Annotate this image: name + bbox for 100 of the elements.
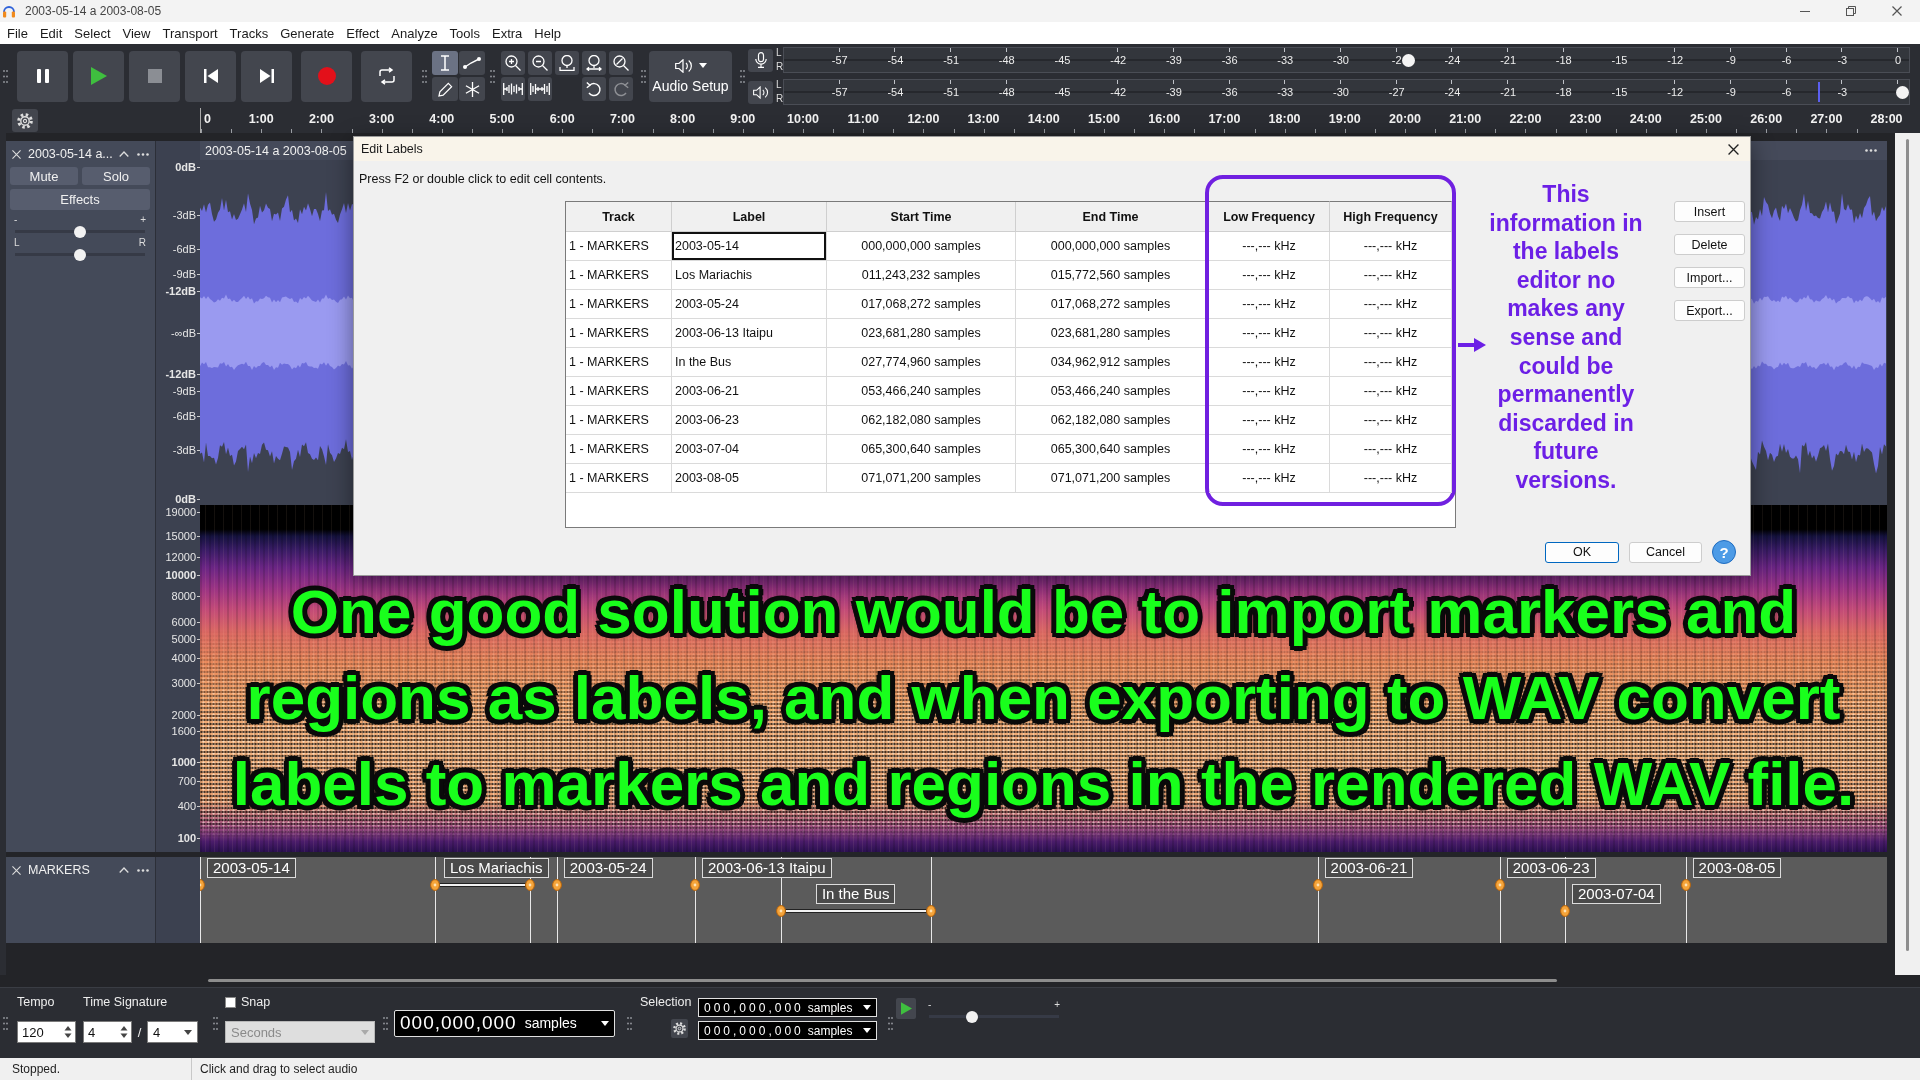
table-cell[interactable]: 000,000,000 samples bbox=[1016, 232, 1206, 261]
label-marker-icon[interactable] bbox=[551, 879, 562, 891]
table-cell[interactable]: ---,--- kHz bbox=[1209, 232, 1330, 261]
table-cell[interactable]: ---,--- kHz bbox=[1209, 435, 1330, 464]
slider-thumb[interactable] bbox=[74, 225, 86, 238]
grip-icon[interactable] bbox=[3, 69, 8, 83]
label-marker-icon[interactable] bbox=[1559, 905, 1570, 917]
dialog-button[interactable]: Delete bbox=[1674, 234, 1745, 255]
menu-item[interactable]: Effect bbox=[340, 23, 386, 43]
skip-end-button[interactable] bbox=[241, 50, 292, 102]
table-cell[interactable]: 053,466,240 samples bbox=[1016, 377, 1206, 406]
table-cell[interactable]: ---,--- kHz bbox=[1330, 377, 1452, 406]
marker-label[interactable]: 2003-06-21 bbox=[1324, 858, 1414, 878]
table-cell[interactable]: 1 - MARKERS bbox=[566, 435, 672, 464]
table-cell[interactable]: 071,071,200 samples bbox=[827, 464, 1016, 493]
tempo-field[interactable]: 120 bbox=[17, 1021, 76, 1043]
more-icon[interactable] bbox=[137, 152, 149, 156]
label-marker-icon[interactable] bbox=[775, 905, 786, 917]
mute-button[interactable]: Mute bbox=[10, 167, 78, 185]
track-name[interactable]: 2003-05-14 a... bbox=[28, 147, 119, 161]
table-cell[interactable]: 2003-05-14 bbox=[672, 232, 827, 261]
chevron-up-icon[interactable] bbox=[119, 151, 129, 157]
audio-setup-button[interactable]: Audio Setup bbox=[649, 50, 732, 102]
label-track-area[interactable]: 2003-05-14 Los Mariachis 2003-05-24 2003-06-13 Itaipu In the Bus 2003-06-21 2003-06-23 2003-07-04 2003-08-05 bbox=[200, 857, 1887, 943]
select-tool-button[interactable] bbox=[432, 51, 458, 75]
marker-label[interactable]: 2003-05-14 bbox=[207, 858, 296, 878]
selection-time-field[interactable]: 000,000,000 samples bbox=[698, 998, 877, 1017]
table-cell[interactable]: 1 - MARKERS bbox=[566, 290, 672, 319]
marker-label[interactable]: 2003-05-24 bbox=[563, 858, 653, 878]
table-cell[interactable]: 027,774,960 samples bbox=[827, 348, 1016, 377]
effects-button[interactable]: Effects bbox=[10, 189, 150, 210]
zoom-in-button[interactable] bbox=[501, 51, 525, 75]
table-cell[interactable]: 071,071,200 samples bbox=[1016, 464, 1206, 493]
table-cell[interactable]: 1 - MARKERS bbox=[566, 348, 672, 377]
label-marker-icon[interactable] bbox=[1494, 879, 1505, 891]
table-cell[interactable]: ---,--- kHz bbox=[1330, 290, 1452, 319]
grip-icon[interactable] bbox=[383, 1016, 388, 1030]
table-cell[interactable]: 011,243,232 samples bbox=[827, 261, 1016, 290]
label-marker-icon[interactable] bbox=[524, 879, 535, 891]
table-cell[interactable]: 034,962,912 samples bbox=[1016, 348, 1206, 377]
zoom-toggle-button[interactable] bbox=[609, 51, 633, 75]
marker-label[interactable]: 2003-06-23 bbox=[1506, 858, 1596, 878]
region-span[interactable] bbox=[439, 883, 526, 887]
label-marker-icon[interactable] bbox=[430, 879, 440, 891]
table-cell[interactable]: ---,--- kHz bbox=[1330, 319, 1452, 348]
marker-label[interactable]: In the Bus bbox=[815, 884, 896, 904]
table-cell[interactable]: 2003-05-24 bbox=[672, 290, 827, 319]
dialog-button[interactable]: Export... bbox=[1674, 300, 1745, 321]
label-marker-icon[interactable] bbox=[690, 879, 700, 891]
silence-button[interactable] bbox=[528, 77, 552, 101]
menu-item[interactable]: View bbox=[116, 23, 157, 43]
table-cell[interactable]: 1 - MARKERS bbox=[566, 261, 672, 290]
label-marker-icon[interactable] bbox=[200, 879, 205, 891]
label-marker-icon[interactable] bbox=[925, 905, 936, 917]
grip-icon[interactable] bbox=[740, 69, 745, 83]
slider-thumb[interactable] bbox=[1895, 85, 1909, 99]
multi-tool-button[interactable] bbox=[459, 77, 485, 101]
selection-settings-button[interactable] bbox=[671, 1019, 688, 1038]
table-cell[interactable]: ---,--- kHz bbox=[1209, 290, 1330, 319]
table-cell[interactable]: 053,466,240 samples bbox=[827, 377, 1016, 406]
table-cell[interactable]: 2003-07-04 bbox=[672, 435, 827, 464]
label-marker-icon[interactable] bbox=[1312, 879, 1323, 891]
skip-start-button[interactable] bbox=[185, 50, 236, 102]
stop-button[interactable] bbox=[129, 50, 180, 102]
label-marker-icon[interactable] bbox=[1680, 879, 1691, 891]
marker-label[interactable]: 2003-06-13 Itaipu bbox=[702, 858, 832, 878]
grip-icon[interactable] bbox=[3, 1016, 8, 1030]
grip-icon[interactable] bbox=[213, 1016, 218, 1030]
table-cell[interactable]: 062,182,080 samples bbox=[1016, 406, 1206, 435]
menu-item[interactable]: Edit bbox=[33, 23, 69, 43]
table-cell[interactable]: In the Bus bbox=[672, 348, 827, 377]
grip-icon[interactable] bbox=[641, 69, 646, 83]
level-meter[interactable]: -57 -54 -51 -48 -45 -42 -39 -36 -33 -30 -2 -24 -21 -18 -15 -12 -9 -6 -3 0 bbox=[783, 47, 1910, 73]
more-icon[interactable] bbox=[1865, 149, 1877, 152]
spinner-arrows-icon[interactable] bbox=[64, 1025, 72, 1039]
fit-project-button[interactable] bbox=[582, 51, 606, 75]
table-cell[interactable]: ---,--- kHz bbox=[1330, 464, 1452, 493]
pause-button[interactable] bbox=[17, 50, 68, 102]
table-cell[interactable]: ---,--- kHz bbox=[1209, 348, 1330, 377]
table-cell[interactable]: 023,681,280 samples bbox=[1016, 319, 1206, 348]
close-icon[interactable] bbox=[1892, 6, 1902, 16]
vertical-scrollbar[interactable] bbox=[1895, 133, 1920, 975]
horizontal-scrollbar[interactable] bbox=[208, 979, 1557, 982]
dialog-button[interactable]: Import... bbox=[1674, 267, 1745, 288]
draw-tool-button[interactable] bbox=[432, 77, 458, 101]
beats-field[interactable]: 4 bbox=[83, 1021, 132, 1043]
table-cell[interactable]: ---,--- kHz bbox=[1209, 464, 1330, 493]
ok-button[interactable]: OK bbox=[1545, 541, 1619, 563]
column-header[interactable]: High Frequency bbox=[1330, 201, 1452, 232]
grip-icon[interactable] bbox=[627, 1016, 632, 1030]
table-cell[interactable]: Los Mariachis bbox=[672, 261, 827, 290]
table-cell[interactable]: ---,--- kHz bbox=[1330, 232, 1452, 261]
menu-item[interactable]: Tools bbox=[443, 23, 486, 43]
loop-button[interactable] bbox=[361, 50, 412, 102]
menu-item[interactable]: Select bbox=[68, 23, 117, 43]
menu-item[interactable]: Tracks bbox=[223, 23, 275, 43]
solo-button[interactable]: Solo bbox=[82, 167, 150, 185]
marker-label[interactable]: 2003-08-05 bbox=[1692, 858, 1782, 878]
restore-icon[interactable] bbox=[1846, 6, 1856, 16]
trim-button[interactable] bbox=[501, 77, 525, 101]
